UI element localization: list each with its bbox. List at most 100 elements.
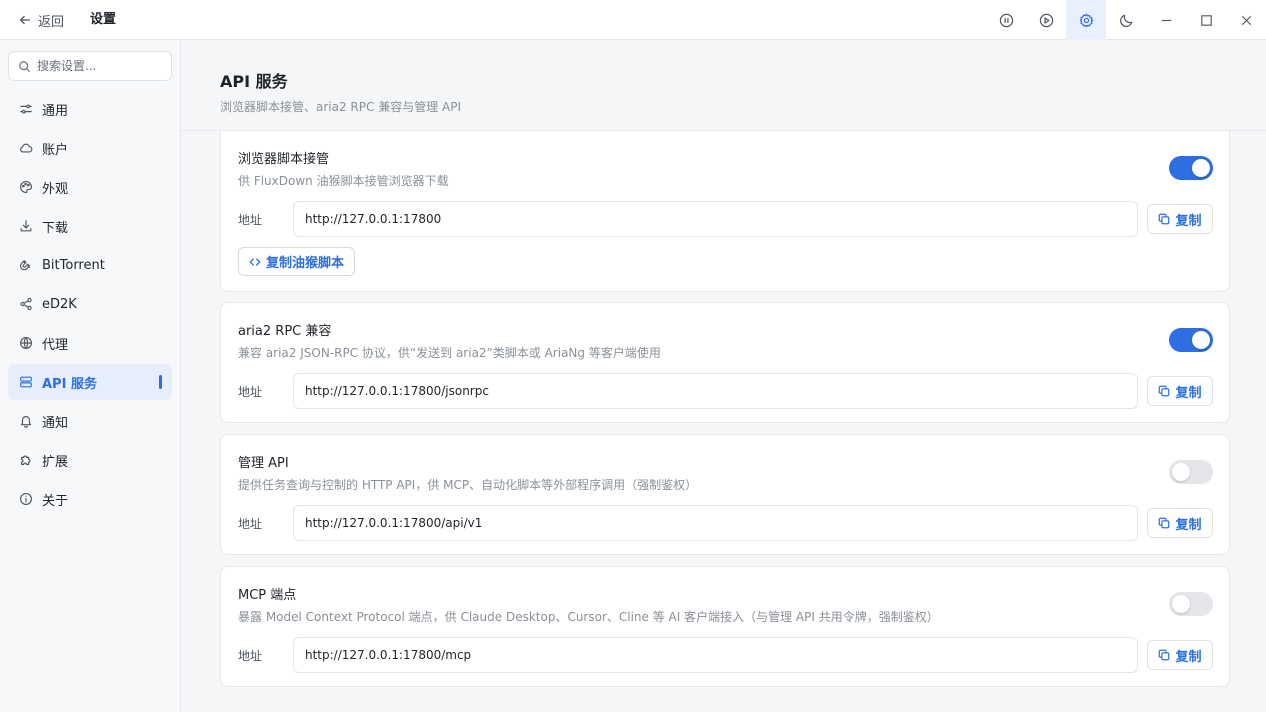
card-description: 供 FluxDown 油猴脚本接管浏览器下载 xyxy=(238,174,449,188)
management-api-address-field[interactable] xyxy=(293,505,1138,541)
minimize-button[interactable] xyxy=(1146,0,1186,40)
aria2-rpc-address-field[interactable] xyxy=(293,373,1138,409)
maximize-icon xyxy=(1200,14,1212,26)
sidebar-nav: 通用 账户 外观 下载 BitTorrent eD2K 代理 API 服务 通知… xyxy=(8,91,172,520)
search-box[interactable] xyxy=(8,51,172,81)
page-title: API 服务 xyxy=(220,72,288,91)
sidebar-item-extensions[interactable]: 扩展 xyxy=(8,442,172,478)
sidebar-item-appearance[interactable]: 外观 xyxy=(8,169,172,205)
sidebar-item-label: 下载 xyxy=(42,220,69,236)
toggle-knob xyxy=(1192,331,1210,349)
close-icon xyxy=(1241,15,1251,25)
active-indicator xyxy=(159,375,162,389)
info-icon xyxy=(20,493,32,505)
search-input[interactable] xyxy=(37,59,165,73)
copy-browser-script-address-button[interactable]: 复制 xyxy=(1147,204,1213,234)
address-label: 地址 xyxy=(238,649,263,663)
copy-icon xyxy=(1159,517,1170,529)
card-mcp-endpoint: MCP 端点 暴露 Model Context Protocol 端点，供 Cl… xyxy=(220,566,1230,687)
sidebar-item-general[interactable]: 通用 xyxy=(8,91,172,127)
sidebar-item-label: 账户 xyxy=(42,142,69,158)
back-label: 返回 xyxy=(38,14,65,30)
maximize-button[interactable] xyxy=(1186,0,1226,40)
copy-icon xyxy=(1159,385,1170,397)
sliders-icon xyxy=(20,104,32,114)
address-label: 地址 xyxy=(238,517,263,531)
close-button[interactable] xyxy=(1226,0,1266,40)
share-icon xyxy=(20,297,32,311)
toggle-knob xyxy=(1192,159,1210,177)
back-button[interactable]: 返回 xyxy=(18,0,64,40)
title-bar: 返回 设置 xyxy=(0,0,1266,40)
card-title: 浏览器脚本接管 xyxy=(238,152,330,167)
aria2-rpc-toggle[interactable] xyxy=(1169,328,1213,352)
sidebar-item-notifications[interactable]: 通知 xyxy=(8,403,172,439)
sidebar-item-label: 通用 xyxy=(42,103,69,119)
sidebar-item-bittorrent[interactable]: BitTorrent xyxy=(8,247,172,283)
card-title: aria2 RPC 兼容 xyxy=(238,324,332,339)
download-icon xyxy=(20,220,32,232)
card-aria2-rpc: aria2 RPC 兼容 兼容 aria2 JSON-RPC 协议，供“发送到 … xyxy=(220,302,1230,423)
sidebar-item-ed2k[interactable]: eD2K xyxy=(8,286,172,322)
globe-icon xyxy=(20,337,32,349)
arrow-left-icon xyxy=(19,15,31,25)
page-subtitle: 浏览器脚本接管、aria2 RPC 兼容与管理 API xyxy=(220,100,461,114)
copy-label: 复制 xyxy=(1175,213,1202,229)
mcp-endpoint-address-field[interactable] xyxy=(293,637,1138,673)
mcp-endpoint-toggle[interactable] xyxy=(1169,592,1213,616)
settings-button[interactable] xyxy=(1066,0,1106,40)
code-icon xyxy=(249,257,261,266)
address-label: 地址 xyxy=(238,385,263,399)
management-api-toggle[interactable] xyxy=(1169,460,1213,484)
sidebar-item-label: 关于 xyxy=(42,493,69,509)
sidebar-item-label: BitTorrent xyxy=(42,257,105,273)
sidebar-item-about[interactable]: 关于 xyxy=(8,481,172,517)
copy-userscript-label: 复制油猴脚本 xyxy=(266,256,345,271)
sidebar-item-label: eD2K xyxy=(42,296,77,312)
card-description: 兼容 aria2 JSON-RPC 协议，供“发送到 aria2”类脚本或 Ar… xyxy=(238,346,661,360)
page-header: API 服务 浏览器脚本接管、aria2 RPC 兼容与管理 API xyxy=(181,40,1266,131)
play-circle-icon xyxy=(1039,13,1053,27)
copy-aria2-rpc-address-button[interactable]: 复制 xyxy=(1147,376,1213,406)
toggle-knob xyxy=(1172,595,1190,613)
main-content: API 服务 浏览器脚本接管、aria2 RPC 兼容与管理 API 浏览器脚本… xyxy=(181,40,1266,712)
puzzle-icon xyxy=(21,455,31,465)
cloud-icon xyxy=(20,143,33,153)
sidebar-item-proxy[interactable]: 代理 xyxy=(8,325,172,361)
sidebar-item-api-service[interactable]: API 服务 xyxy=(8,364,172,400)
gear-icon xyxy=(1079,12,1094,27)
pause-all-button[interactable] xyxy=(986,0,1026,40)
toggle-knob xyxy=(1172,463,1190,481)
card-description: 暴露 Model Context Protocol 端点，供 Claude De… xyxy=(238,610,939,624)
copy-label: 复制 xyxy=(1175,649,1202,665)
card-browser-script: 浏览器脚本接管 供 FluxDown 油猴脚本接管浏览器下载 地址 复制 复制油… xyxy=(220,131,1230,292)
copy-management-api-address-button[interactable]: 复制 xyxy=(1147,508,1213,538)
card-title: 管理 API xyxy=(238,456,289,471)
copy-mcp-endpoint-address-button[interactable]: 复制 xyxy=(1147,640,1213,670)
sidebar-item-label: 外观 xyxy=(42,181,69,197)
address-label: 地址 xyxy=(238,213,263,227)
pause-circle-icon xyxy=(999,13,1013,27)
sidebar-item-label: 扩展 xyxy=(42,454,69,470)
window-title: 设置 xyxy=(90,12,117,27)
start-all-button[interactable] xyxy=(1026,0,1066,40)
copy-userscript-button[interactable]: 复制油猴脚本 xyxy=(238,247,356,276)
sidebar-item-download[interactable]: 下载 xyxy=(8,208,172,244)
browser-script-toggle[interactable] xyxy=(1169,156,1213,180)
card-management-api: 管理 API 提供任务查询与控制的 HTTP API，供 MCP、自动化脚本等外… xyxy=(220,434,1230,555)
minimize-icon xyxy=(1161,19,1171,21)
copy-icon xyxy=(1159,213,1170,225)
theme-toggle-button[interactable] xyxy=(1106,0,1146,40)
sidebar-item-label: 通知 xyxy=(42,415,69,431)
sidebar-item-account[interactable]: 账户 xyxy=(8,130,172,166)
copy-label: 复制 xyxy=(1175,517,1202,533)
search-icon xyxy=(19,60,30,72)
moon-icon xyxy=(1119,14,1132,27)
card-description: 提供任务查询与控制的 HTTP API，供 MCP、自动化脚本等外部程序调用（强… xyxy=(238,478,698,492)
copy-icon xyxy=(1159,649,1170,661)
sidebar-item-label: 代理 xyxy=(42,337,69,353)
server-icon xyxy=(20,376,32,388)
browser-script-address-field[interactable] xyxy=(293,201,1138,237)
sidebar: 通用 账户 外观 下载 BitTorrent eD2K 代理 API 服务 xyxy=(0,40,181,712)
bell-icon xyxy=(20,416,32,428)
